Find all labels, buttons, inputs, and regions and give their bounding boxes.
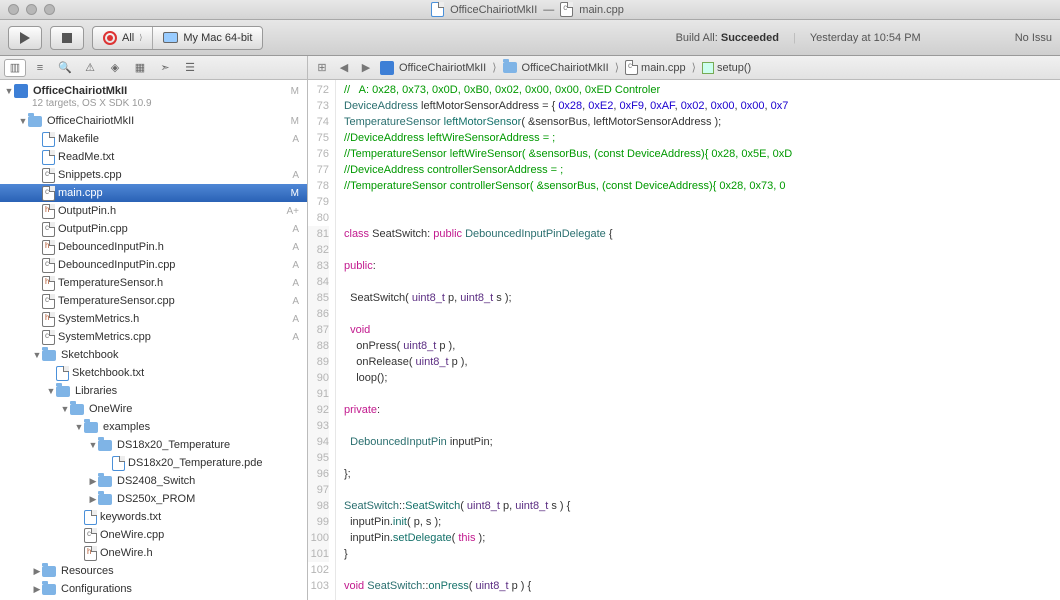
file-icon bbox=[42, 240, 55, 255]
folder-icon bbox=[42, 566, 56, 577]
folder-icon bbox=[42, 350, 56, 361]
tree-row[interactable]: ▼DS18x20_Temperature bbox=[0, 436, 307, 454]
file-icon bbox=[56, 366, 69, 381]
forward-icon[interactable]: ▶ bbox=[356, 60, 376, 76]
tree-row[interactable]: Sketchbook.txt bbox=[0, 364, 307, 382]
tree-row[interactable]: TemperatureSensor.cppA bbox=[0, 292, 307, 310]
issue-nav-tab[interactable]: ⚠ bbox=[79, 59, 101, 77]
tree-row[interactable]: DebouncedInputPin.cppA bbox=[0, 256, 307, 274]
folder-icon bbox=[503, 62, 517, 73]
file-icon bbox=[42, 294, 55, 309]
tree-row[interactable]: SystemMetrics.hA bbox=[0, 310, 307, 328]
file-icon bbox=[42, 132, 55, 147]
project-nav-tab[interactable]: ▥ bbox=[4, 59, 26, 77]
toolbar: All⟩ My Mac 64-bit Build All: Succeeded … bbox=[0, 20, 1060, 56]
file-icon bbox=[112, 456, 125, 471]
file-icon bbox=[42, 204, 55, 219]
log-nav-tab[interactable]: ☰ bbox=[179, 59, 201, 77]
tree-row[interactable]: keywords.txt bbox=[0, 508, 307, 526]
tree-row[interactable]: MakefileA bbox=[0, 130, 307, 148]
tree-row[interactable]: OutputPin.hA+ bbox=[0, 202, 307, 220]
build-status: Build All: Succeeded bbox=[676, 32, 779, 44]
tree-row[interactable]: ▶DS2408_Switch bbox=[0, 472, 307, 490]
tree-row[interactable]: DS18x20_Temperature.pde bbox=[0, 454, 307, 472]
build-time: Yesterday at 10:54 PM bbox=[810, 32, 921, 44]
breakpoint-nav-tab[interactable]: ➣ bbox=[154, 59, 176, 77]
file-icon bbox=[84, 528, 97, 543]
tree-row[interactable]: DebouncedInputPin.hA bbox=[0, 238, 307, 256]
monitor-icon bbox=[163, 32, 178, 43]
scheme-selector[interactable]: All⟩ My Mac 64-bit bbox=[92, 26, 263, 50]
project-icon bbox=[431, 2, 444, 17]
test-nav-tab[interactable]: ◈ bbox=[104, 59, 126, 77]
tree-row[interactable]: ▼Sketchbook bbox=[0, 346, 307, 364]
tree-row[interactable]: Snippets.cppA bbox=[0, 166, 307, 184]
file-icon bbox=[42, 150, 55, 165]
file-icon bbox=[625, 60, 638, 75]
navigator-tabs: ▥ ≡ 🔍 ⚠ ◈ ▦ ➣ ☰ bbox=[0, 56, 307, 80]
debug-nav-tab[interactable]: ▦ bbox=[129, 59, 151, 77]
folder-icon bbox=[56, 386, 70, 397]
tree-row[interactable]: SystemMetrics.cppA bbox=[0, 328, 307, 346]
file-icon bbox=[42, 186, 55, 201]
search-nav-tab[interactable]: 🔍 bbox=[54, 59, 76, 77]
line-numbers: 7273747576777879808182838485868788899091… bbox=[308, 80, 336, 600]
project-icon bbox=[380, 61, 394, 75]
folder-icon bbox=[28, 116, 42, 127]
jump-bar[interactable]: ⊞ ◀ ▶ OfficeChairiotMkII⟩ OfficeChairiot… bbox=[308, 56, 1060, 80]
folder-icon bbox=[42, 584, 56, 595]
related-items-icon[interactable]: ⊞ bbox=[312, 60, 332, 76]
tree-row[interactable]: ▶Configurations bbox=[0, 580, 307, 598]
tree-row[interactable]: main.cppM bbox=[0, 184, 307, 202]
folder-icon bbox=[70, 404, 84, 415]
file-icon bbox=[42, 168, 55, 183]
tree-row[interactable]: TemperatureSensor.hA bbox=[0, 274, 307, 292]
file-icon bbox=[42, 312, 55, 327]
file-tree[interactable]: ▼OfficeChairiotMkIIM12 targets, OS X SDK… bbox=[0, 80, 307, 600]
stop-button[interactable] bbox=[50, 26, 84, 50]
tree-row[interactable]: OneWire.cpp bbox=[0, 526, 307, 544]
tree-row[interactable]: ▼OneWire bbox=[0, 400, 307, 418]
project-icon bbox=[14, 84, 28, 98]
tree-row[interactable]: ▶DS250x_PROM bbox=[0, 490, 307, 508]
tree-row[interactable]: ▼examples bbox=[0, 418, 307, 436]
file-icon bbox=[42, 276, 55, 291]
scheme-icon bbox=[103, 31, 117, 45]
file-icon bbox=[84, 546, 97, 561]
titlebar: OfficeChairiotMkII — main.cpp bbox=[0, 0, 1060, 20]
source-editor[interactable]: 7273747576777879808182838485868788899091… bbox=[308, 80, 1060, 600]
minimize-icon[interactable] bbox=[26, 4, 37, 15]
tree-row[interactable]: ▼OfficeChairiotMkIIM bbox=[0, 112, 307, 130]
title-project: OfficeChairiotMkII bbox=[450, 4, 537, 16]
issues-label: No Issu bbox=[1015, 32, 1052, 44]
close-icon[interactable] bbox=[8, 4, 19, 15]
folder-icon bbox=[98, 494, 112, 505]
title-file: main.cpp bbox=[579, 4, 624, 16]
tree-row[interactable]: ▶Resources bbox=[0, 562, 307, 580]
file-icon bbox=[42, 330, 55, 345]
zoom-icon[interactable] bbox=[44, 4, 55, 15]
folder-icon bbox=[98, 440, 112, 451]
navigator: ▥ ≡ 🔍 ⚠ ◈ ▦ ➣ ☰ ▼OfficeChairiotMkIIM12 t… bbox=[0, 56, 308, 600]
window-controls bbox=[0, 4, 55, 15]
folder-icon bbox=[84, 422, 98, 433]
tree-row[interactable]: OutputPin.cppA bbox=[0, 220, 307, 238]
tree-row[interactable]: ▼Libraries bbox=[0, 382, 307, 400]
tree-row[interactable]: OneWire.h bbox=[0, 544, 307, 562]
editor: ⊞ ◀ ▶ OfficeChairiotMkII⟩ OfficeChairiot… bbox=[308, 56, 1060, 600]
file-icon bbox=[42, 222, 55, 237]
tree-row[interactable]: ReadMe.txt bbox=[0, 148, 307, 166]
code-text[interactable]: // A: 0x28, 0x73, 0x0D, 0xB0, 0x02, 0x00… bbox=[336, 80, 792, 600]
back-icon[interactable]: ◀ bbox=[334, 60, 354, 76]
file-icon bbox=[560, 2, 573, 17]
symbol-nav-tab[interactable]: ≡ bbox=[29, 59, 51, 77]
file-icon bbox=[42, 258, 55, 273]
file-icon bbox=[84, 510, 97, 525]
folder-icon bbox=[98, 476, 112, 487]
run-button[interactable] bbox=[8, 26, 42, 50]
